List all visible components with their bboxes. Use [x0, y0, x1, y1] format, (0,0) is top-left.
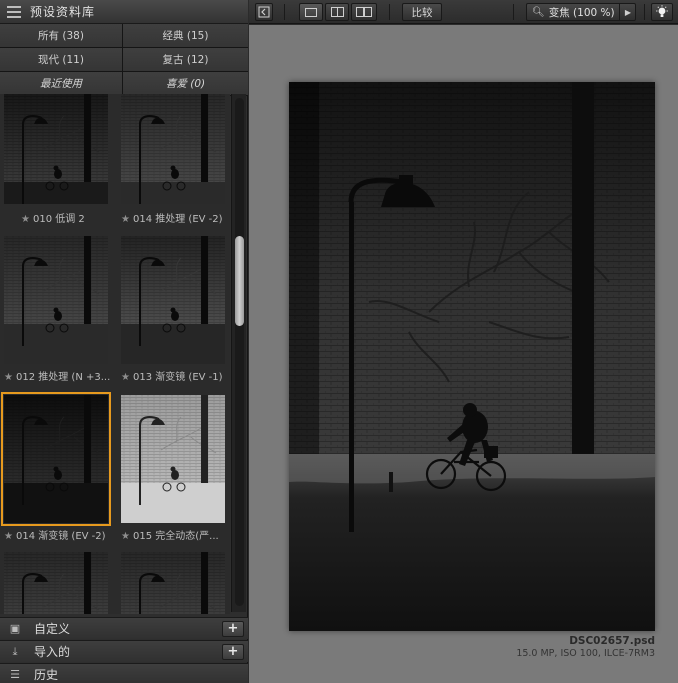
- panel-toggle-icon: [258, 6, 270, 18]
- zoom-arrow-icon[interactable]: ▶: [619, 3, 636, 21]
- preset-thumbnail[interactable]: [4, 236, 108, 364]
- star-icon[interactable]: ★: [4, 372, 13, 383]
- photo-image: [289, 82, 655, 631]
- silver-efex-window: 预设资料库 所有 (38) 经典 (15) 现代 (11) 复古 (12) 最近…: [0, 0, 678, 683]
- add-custom-button[interactable]: +: [222, 620, 244, 637]
- preset-filter-grid: 所有 (38) 经典 (15) 现代 (11) 复古 (12) 最近使用 喜爱 …: [0, 24, 248, 96]
- preset-thumbnail[interactable]: [121, 94, 225, 204]
- preset-thumbnail[interactable]: [121, 236, 225, 364]
- preset-thumbnail-label: ★ 015 完全动态(严...: [121, 531, 219, 542]
- toolbar-divider: [513, 4, 514, 20]
- star-icon[interactable]: ★: [21, 214, 30, 225]
- toolbar-divider: [644, 4, 645, 20]
- star-icon[interactable]: ★: [121, 214, 130, 225]
- thumbnail-scrollbar[interactable]: [231, 94, 246, 612]
- preset-thumbnail-selected[interactable]: [1, 392, 111, 526]
- preset-thumbnail-label: ★ 010 低调 2: [21, 214, 85, 225]
- single-view-icon: [305, 7, 317, 17]
- filter-favorites[interactable]: 喜爱 (0): [123, 72, 248, 95]
- filter-all[interactable]: 所有 (38): [0, 24, 122, 47]
- lightbulb-icon: [656, 5, 668, 17]
- preset-library-title: 预设资料库: [30, 5, 96, 19]
- section-imported-label: 导入的: [34, 645, 71, 659]
- split-view-button[interactable]: [325, 3, 349, 21]
- preset-thumbnail-label: ★ 014 推处理 (EV -2): [121, 214, 223, 225]
- add-import-button[interactable]: +: [222, 643, 244, 660]
- section-custom-label: 自定义: [34, 622, 71, 636]
- toolbar-divider: [389, 4, 390, 20]
- filter-vintage[interactable]: 复古 (12): [123, 48, 248, 71]
- collapse-panel-button[interactable]: [255, 3, 273, 21]
- section-history-label: 历史: [34, 668, 59, 682]
- star-icon[interactable]: ★: [121, 531, 130, 542]
- filter-modern[interactable]: 现代 (11): [0, 48, 122, 71]
- star-icon[interactable]: ★: [4, 531, 13, 542]
- import-icon: ⤓: [12, 644, 18, 658]
- section-custom[interactable]: ▣ 自定义 +: [0, 617, 248, 639]
- preset-thumbnail[interactable]: [4, 552, 108, 614]
- scrollbar-thumb[interactable]: [235, 236, 244, 326]
- preset-thumbnail-label: ★ 012 推处理 (N +3...: [4, 372, 111, 383]
- split-view-icon: [330, 7, 344, 17]
- scrollbar-track[interactable]: [235, 98, 244, 606]
- file-name: DSC02657.psd: [569, 635, 655, 647]
- history-icon: ☰: [10, 667, 20, 681]
- compare-button[interactable]: 比较: [402, 3, 442, 21]
- preset-thumbnail[interactable]: [121, 395, 225, 523]
- top-toolbar: 比较 🔍︎ 变焦 (100 %) ▶: [249, 0, 678, 24]
- preset-thumbnail[interactable]: [4, 94, 108, 204]
- star-icon[interactable]: ★: [121, 372, 130, 383]
- side-by-side-icon: [356, 7, 372, 17]
- filter-classic[interactable]: 经典 (15): [123, 24, 248, 47]
- custom-icon: ▣: [9, 621, 21, 635]
- section-history[interactable]: ☰ 历史: [0, 663, 248, 683]
- preset-thumbnail-label: ★ 014 渐变镜 (EV -2): [4, 531, 106, 542]
- panel-menu-icon[interactable]: [7, 5, 21, 18]
- section-imported[interactable]: ⤓ 导入的 +: [0, 640, 248, 662]
- preset-thumbnail-grid: ★ 010 低调 2 ★ 014 推处理 (EV -2) ★ 012 推处理 (N +…: [0, 94, 230, 614]
- zoom-value: 变焦 (100 %): [548, 6, 615, 19]
- photo-preview[interactable]: [289, 82, 655, 631]
- preset-thumbnail-label: ★ 013 渐变镜 (EV -1): [121, 372, 223, 383]
- magnifier-icon: 🔍︎: [532, 6, 545, 18]
- preset-library-panel: 预设资料库 所有 (38) 经典 (15) 现代 (11) 复古 (12) 最近…: [0, 0, 248, 683]
- file-metadata: 15.0 MP, ISO 100, ILCE-7RM3: [516, 648, 655, 659]
- single-view-button[interactable]: [299, 3, 323, 21]
- preset-library-header: 预设资料库: [0, 0, 248, 24]
- filter-recent[interactable]: 最近使用: [0, 72, 122, 95]
- side-by-side-button[interactable]: [351, 3, 377, 21]
- preview-canvas[interactable]: DSC02657.psd 15.0 MP, ISO 100, ILCE-7RM3: [249, 25, 678, 683]
- loupe-toggle-button[interactable]: [651, 3, 673, 21]
- preset-thumbnail[interactable]: [121, 552, 225, 614]
- toolbar-divider: [284, 4, 285, 20]
